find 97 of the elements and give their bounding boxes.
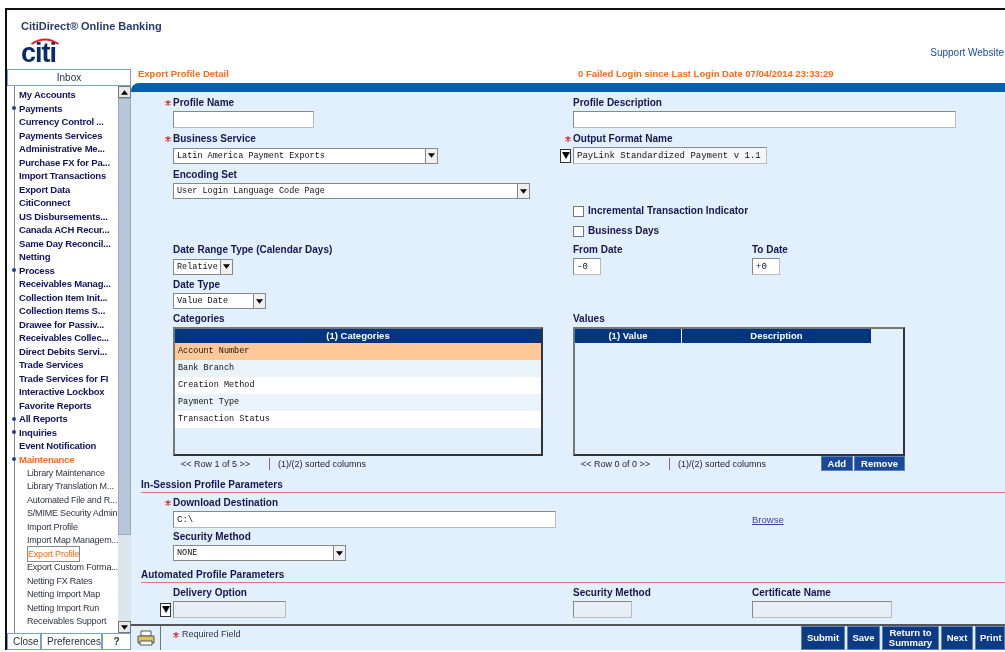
sidebar-subitem[interactable]: Netting Import Run: [27, 602, 99, 613]
security-method-select[interactable]: NONE: [173, 545, 346, 561]
app-title: CitiDirect® Online Banking: [21, 20, 162, 32]
download-destination-input[interactable]: C:\: [173, 511, 556, 528]
action-button[interactable]: Next: [941, 626, 973, 650]
row-pager[interactable]: << Row 0 of 0 >>: [573, 458, 669, 469]
sidebar-item[interactable]: Receivables Manag...: [19, 278, 111, 290]
field-label: Delivery Option: [173, 587, 247, 599]
sidebar-item[interactable]: Currency Control ...: [19, 116, 104, 128]
sidebar-item[interactable]: Payments: [19, 102, 63, 114]
section-heading: In-Session Profile Parameters: [141, 479, 1005, 493]
sidebar-subitem[interactable]: Netting Import Map: [27, 589, 100, 600]
required-note: Required Field: [182, 628, 241, 641]
field-label: Security Method: [573, 587, 651, 599]
sidebar-item[interactable]: Inquiries: [19, 426, 57, 438]
sidebar-item[interactable]: Netting: [19, 251, 51, 263]
sidebar-subitem[interactable]: Receivables Support: [27, 616, 107, 627]
sidebar-subitem[interactable]: Automated File and R...: [27, 494, 117, 505]
browse-link[interactable]: Browse: [752, 514, 784, 525]
sort-info: (1)/(2) sorted columns: [678, 458, 767, 469]
sidebar-item[interactable]: Collection Items S...: [19, 305, 106, 317]
field-label: Profile Description: [573, 97, 662, 109]
field-label: Values: [573, 313, 606, 325]
field-label: From Date: [573, 244, 623, 256]
encoding-set-select[interactable]: User Login Language Code Page: [173, 183, 530, 199]
table-row[interactable]: Payment Type: [175, 394, 541, 411]
to-date-input[interactable]: +0: [752, 258, 780, 275]
sort-info: (1)/(2) sorted columns: [278, 458, 367, 469]
business-service-select[interactable]: Latin America Payment Exports: [173, 147, 438, 164]
section-heading: Automated Profile Parameters: [141, 569, 1005, 583]
field-label: Encoding Set: [173, 169, 237, 181]
login-info: 0 Failed Login since Last Login Date 07/04/2014 23:33:29: [578, 68, 834, 79]
sidebar-item[interactable]: US Disbursements...: [19, 210, 108, 222]
table-row[interactable]: Bank Branch: [175, 360, 541, 377]
sidebar-subitem[interactable]: Library Translation M...: [27, 481, 114, 492]
inbox-tab[interactable]: Inbox: [7, 69, 131, 86]
sidebar-button[interactable]: Preferences: [41, 633, 102, 650]
table-row[interactable]: Creation Method: [175, 377, 541, 394]
sidebar-item[interactable]: Trade Services: [19, 359, 84, 371]
sidebar-item[interactable]: All Reports: [19, 413, 68, 425]
action-button[interactable]: Print: [975, 626, 1005, 650]
from-date-input[interactable]: -0: [573, 258, 601, 275]
field-label: Profile Name: [173, 97, 235, 109]
sidebar-item[interactable]: Direct Debits Servi...: [19, 345, 107, 357]
field-label: Business Service: [173, 133, 256, 146]
sidebar-subitem[interactable]: Import Profile: [27, 521, 78, 532]
field-label: Download Destination: [173, 497, 278, 509]
action-button[interactable]: Submit: [801, 626, 845, 650]
support-link[interactable]: Support Website: [930, 47, 1004, 58]
sidebar-subitem[interactable]: Export Custom Forma...: [27, 562, 118, 573]
action-button[interactable]: Save: [847, 626, 880, 650]
page-title: Export Profile Detail: [137, 68, 230, 79]
sidebar-subitem[interactable]: Netting FX Rates: [27, 575, 93, 586]
logo: citi: [21, 40, 61, 66]
table-button[interactable]: Remove: [854, 456, 905, 471]
sidebar-item[interactable]: Import Transactions: [19, 170, 106, 182]
date-range-type-select[interactable]: Relative: [173, 258, 233, 275]
sidebar-item[interactable]: Payments Services: [19, 129, 103, 141]
sidebar-item[interactable]: CitiConnect: [19, 197, 71, 209]
field-label: To Date: [752, 244, 788, 256]
output-format-field[interactable]: PayLink Standardized Payment v 1.1: [573, 147, 767, 164]
field-label: Date Range Type (Calendar Days): [173, 244, 333, 257]
checkbox-label: Incremental Transaction Indicator: [588, 205, 749, 217]
table-row[interactable]: Transaction Status: [175, 411, 541, 428]
sidebar-item[interactable]: Receivables Collec...: [19, 332, 109, 344]
sidebar-item[interactable]: Export Data: [19, 183, 71, 195]
sidebar-item[interactable]: Drawee for Passiv...: [19, 318, 105, 330]
row-pager[interactable]: << Row 1 of 5 >>: [173, 458, 269, 469]
sidebar-subitem[interactable]: Library Maintenance: [27, 467, 105, 478]
checkbox-label: Business Days: [588, 225, 660, 237]
sidebar-item[interactable]: Administrative Me...: [19, 143, 105, 155]
field-label: Certificate Name: [752, 587, 831, 599]
sidebar-item[interactable]: My Accounts: [19, 89, 76, 101]
sidebar-subitem[interactable]: Import Map Managem...: [27, 535, 118, 546]
field-label: Categories: [173, 313, 226, 325]
sidebar-item[interactable]: Interactive Lockbox: [19, 386, 105, 398]
column-header[interactable]: (1) Categories: [175, 329, 541, 343]
field-label: Output Format Name: [573, 133, 673, 145]
sidebar-button[interactable]: Close: [7, 633, 41, 650]
column-header[interactable]: (1) Value: [575, 329, 682, 343]
sidebar-button[interactable]: ?: [102, 633, 131, 650]
field-label: Security Method: [173, 531, 251, 543]
sidebar-subitem[interactable]: S/MIME Security Admin: [27, 508, 118, 519]
sidebar-item[interactable]: Same Day Reconcil...: [19, 237, 111, 249]
field-label: Date Type: [173, 279, 221, 291]
table-row[interactable]: Account Number: [175, 343, 541, 360]
sidebar-item[interactable]: Event Notification: [19, 440, 97, 452]
action-button[interactable]: Return to Summary: [882, 626, 939, 650]
sidebar-item[interactable]: Collection Item Init...: [19, 291, 108, 303]
sidebar-item[interactable]: Trade Services for FI: [19, 372, 109, 384]
sidebar-item[interactable]: Favorite Reports: [19, 399, 92, 411]
sidebar-item[interactable]: Process: [19, 264, 55, 276]
sidebar-item[interactable]: Purchase FX for Pa...: [19, 156, 110, 168]
sidebar-item[interactable]: Canada ACH Recur...: [19, 224, 110, 236]
date-type-select[interactable]: Value Date: [173, 293, 266, 309]
column-header[interactable]: Description: [682, 329, 871, 343]
table-button[interactable]: Add: [820, 456, 854, 471]
